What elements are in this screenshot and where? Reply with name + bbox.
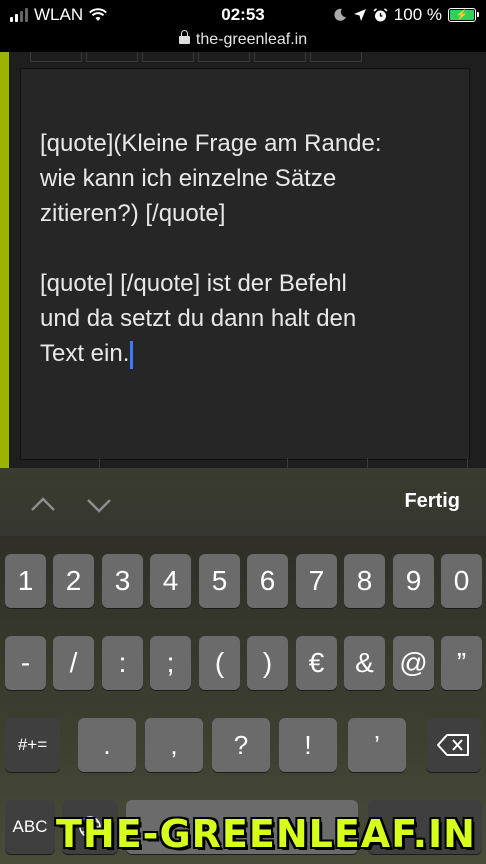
moon-icon [334, 8, 346, 21]
key-minus[interactable]: - [5, 636, 46, 690]
key-abc[interactable]: ABC [5, 800, 55, 854]
key-open-paren[interactable]: ( [199, 636, 240, 690]
alarm-icon [373, 7, 388, 21]
web-page: [quote](Kleine Frage am Rande: wie kann … [0, 52, 486, 468]
key-at[interactable]: @ [393, 636, 434, 690]
key-period[interactable]: . [78, 718, 136, 772]
location-arrow-icon [353, 9, 366, 21]
key-comma[interactable]: , [145, 718, 203, 772]
url-bar[interactable]: the-greenleaf.in [0, 28, 486, 52]
toolbar-button[interactable] [198, 52, 250, 62]
key-0[interactable]: 0 [441, 554, 482, 608]
key-1[interactable]: 1 [5, 554, 46, 608]
toolbar-button[interactable] [30, 52, 82, 62]
status-right: 100 % ⚡ [333, 5, 479, 25]
key-8[interactable]: 8 [344, 554, 385, 608]
done-button[interactable]: Fertig [404, 490, 460, 513]
accent-stripe [0, 52, 9, 468]
key-3[interactable]: 3 [102, 554, 143, 608]
key-slash[interactable]: / [53, 636, 94, 690]
toolbar-button[interactable] [86, 52, 138, 62]
key-6[interactable]: 6 [247, 554, 288, 608]
key-colon[interactable]: : [102, 636, 143, 690]
message-content: [quote](Kleine Frage am Rande: wie kann … [40, 130, 382, 367]
battery-percent: 100 % [393, 5, 442, 24]
text-caret [130, 340, 134, 369]
keyboard-accessory-bar: Fertig [0, 468, 486, 536]
editor-footer [20, 458, 470, 468]
key-more-symbols[interactable]: #+= [5, 718, 60, 772]
key-close-paren[interactable]: ) [247, 636, 288, 690]
backspace-key[interactable] [426, 718, 481, 772]
key-question[interactable]: ? [212, 718, 270, 772]
message-text[interactable]: [quote](Kleine Frage am Rande: wie kann … [40, 126, 460, 371]
toolbar-button[interactable] [310, 52, 362, 62]
key-semicolon[interactable]: ; [150, 636, 191, 690]
url-domain: the-greenleaf.in [195, 31, 308, 48]
key-2[interactable]: 2 [53, 554, 94, 608]
key-exclamation[interactable]: ! [279, 718, 337, 772]
key-apostrophe[interactable]: ’ [348, 718, 406, 772]
battery-icon: ⚡ [448, 8, 479, 22]
status-bar: WLAN 02:53 100 % ⚡ [0, 0, 486, 30]
editor-toolbar [30, 52, 362, 62]
key-4[interactable]: 4 [150, 554, 191, 608]
lock-icon [178, 30, 190, 46]
key-quote[interactable]: ” [441, 636, 482, 690]
toolbar-button[interactable] [254, 52, 306, 62]
key-ampersand[interactable]: & [344, 636, 385, 690]
backspace-icon [436, 734, 469, 756]
next-field-icon[interactable] [86, 492, 112, 518]
previous-field-icon[interactable] [30, 492, 56, 518]
key-7[interactable]: 7 [296, 554, 337, 608]
site-watermark: THE-GREENLEAF.IN [56, 812, 476, 856]
toolbar-button[interactable] [142, 52, 194, 62]
key-euro[interactable]: € [296, 636, 337, 690]
key-5[interactable]: 5 [199, 554, 240, 608]
key-9[interactable]: 9 [393, 554, 434, 608]
